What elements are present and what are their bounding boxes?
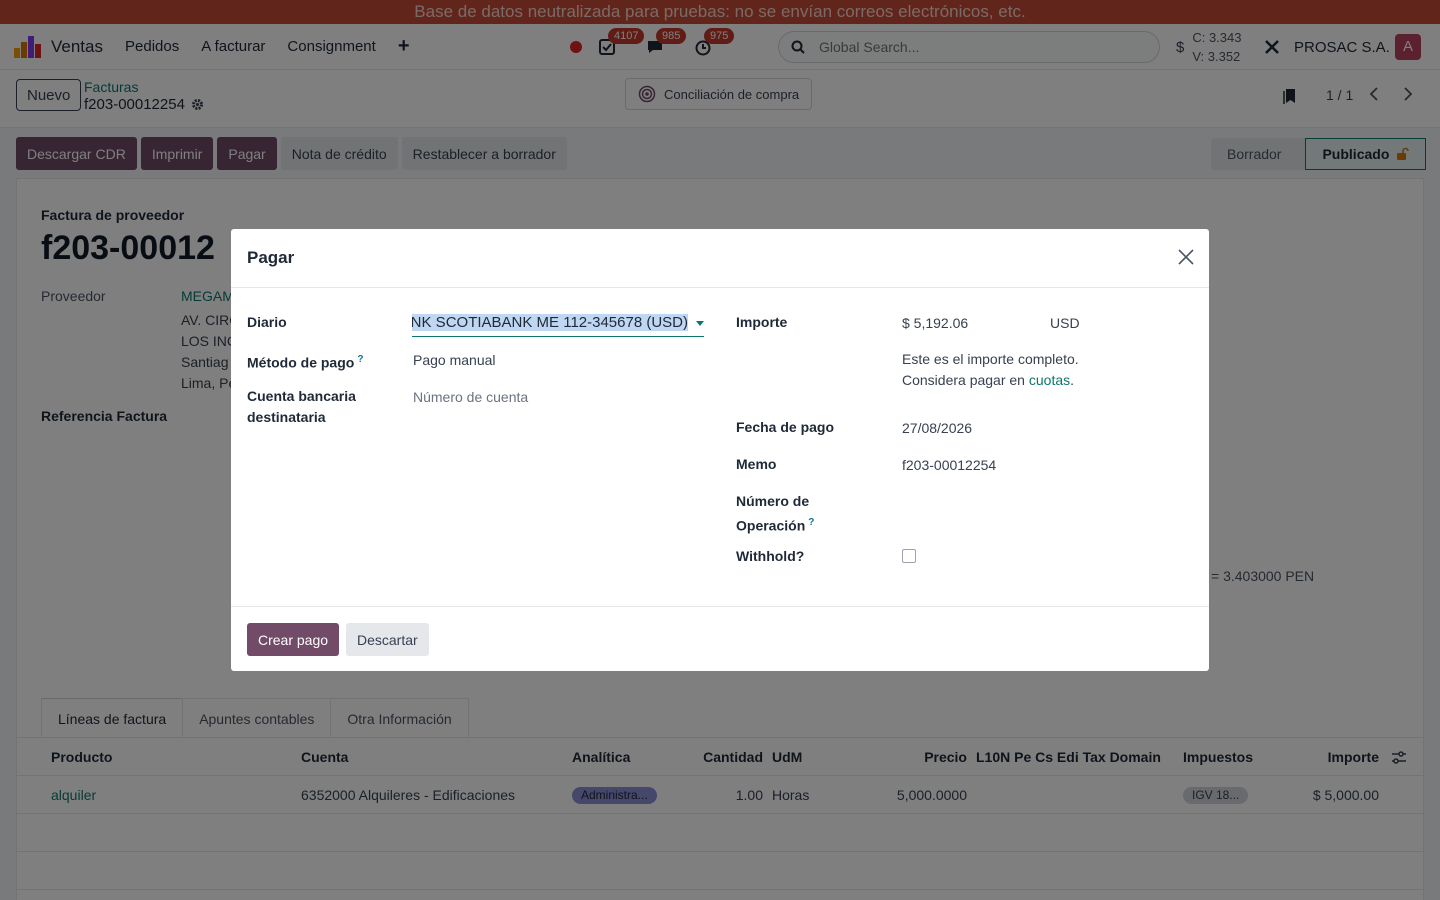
payment-date-label: Fecha de pago xyxy=(736,419,835,435)
dialog-footer: Crear pago Descartar xyxy=(231,606,1209,671)
currency-select[interactable]: USD xyxy=(1050,313,1080,334)
withhold-checkbox[interactable] xyxy=(902,549,916,563)
create-payment-button[interactable]: Crear pago xyxy=(247,623,340,656)
journal-select[interactable]: BANK SCOTIABANK ME 112-345678 (USD) xyxy=(412,312,704,337)
installments-link[interactable]: cuotas xyxy=(1029,372,1070,388)
dialog-title: Pagar xyxy=(247,248,295,267)
amount-input[interactable]: $ 5,192.06 xyxy=(902,313,968,334)
recipient-bank-label: Cuenta bancaria destinataria xyxy=(247,388,356,425)
payment-date-input[interactable]: 27/08/2026 xyxy=(902,418,972,439)
dialog-header: Pagar xyxy=(231,229,1209,288)
full-amount-note: Este es el importe completo. Considera p… xyxy=(902,351,1079,388)
caret-down-icon[interactable] xyxy=(696,321,704,326)
payment-method-value[interactable]: Pago manual xyxy=(413,350,496,371)
withhold-label: Withhold? xyxy=(736,548,805,564)
close-icon[interactable] xyxy=(1177,248,1195,266)
memo-label: Memo xyxy=(736,456,777,472)
memo-input[interactable]: f203-00012254 xyxy=(902,455,996,476)
payment-dialog: Pagar Diario BANK SCOTIABANK ME 112-3456… xyxy=(231,229,1209,671)
journal-label: Diario xyxy=(247,314,287,330)
payment-method-label: Método de pago? xyxy=(247,354,364,371)
recipient-bank-input[interactable]: Número de cuenta xyxy=(413,387,528,408)
help-icon[interactable]: ? xyxy=(808,517,814,528)
discard-button[interactable]: Descartar xyxy=(346,623,429,656)
amount-label: Importe xyxy=(736,314,788,330)
operation-number-label: Número de Operación? xyxy=(736,493,815,534)
help-icon[interactable]: ? xyxy=(357,354,363,365)
journal-value: BANK SCOTIABANK ME 112-345678 (USD) xyxy=(412,314,688,331)
